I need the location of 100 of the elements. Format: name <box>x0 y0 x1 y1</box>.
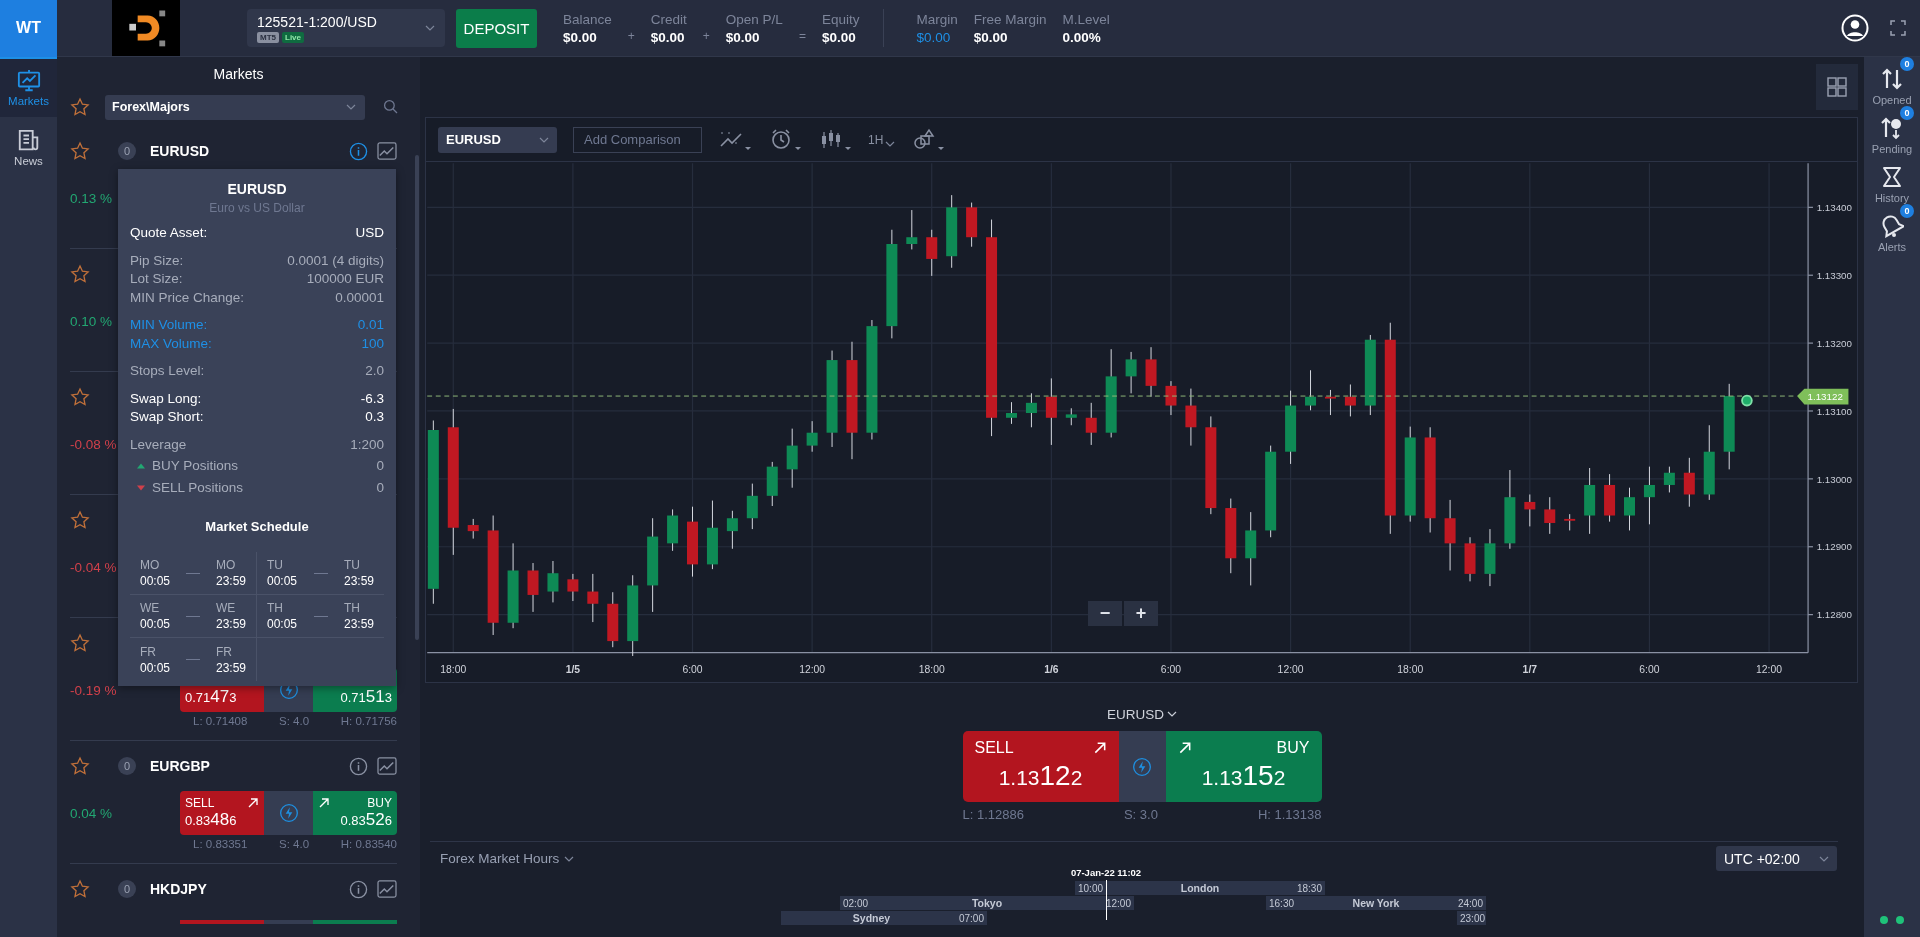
market-hours-toggle[interactable]: Forex Market Hours <box>440 851 575 866</box>
connection-status-icon <box>1879 915 1905 925</box>
price-axis-label: 1.13100 <box>1816 405 1852 417</box>
time-axis-label: 1/6 <box>1044 664 1059 676</box>
schedule-start: TU 00:05 <box>267 557 298 589</box>
session-bar: Sydney 07:00 <box>781 911 987 925</box>
account-selector[interactable]: 125521-1:200/USD MT5 Live <box>247 9 445 47</box>
current-time-label: 07-Jan-22 11:02 <box>1070 867 1142 878</box>
side-tab[interactable]: Pending 0 <box>1864 106 1920 155</box>
nav-tab[interactable]: Markets <box>0 57 57 117</box>
info-value: 100000 EUR <box>306 270 384 288</box>
change-percent: 0.13 % <box>70 190 113 206</box>
schedule-end: MO 23:59 <box>215 557 246 589</box>
category-dropdown[interactable]: Forex\Majors <box>105 94 365 120</box>
candlestick <box>1025 392 1037 428</box>
info-icon[interactable] <box>349 879 368 899</box>
schedule-start: WE 00:05 <box>140 600 171 632</box>
app-logo[interactable]: WT <box>0 0 57 57</box>
caret-icon <box>425 25 435 31</box>
deposit-button[interactable]: DEPOSIT <box>456 8 537 48</box>
star-icon[interactable] <box>70 510 90 530</box>
chart-icon[interactable] <box>377 880 397 898</box>
symbol-dropdown[interactable]: EURUSD <box>438 126 557 153</box>
time-axis-label: 18:00 <box>918 664 945 676</box>
price-axis-label: 1.12800 <box>1816 609 1852 621</box>
current-price-tag: 1.13122 <box>1797 388 1849 405</box>
sell-button[interactable]: SELL 0.83486 <box>180 791 264 835</box>
pending-icon <box>1880 116 1904 140</box>
candlestick <box>926 229 938 277</box>
spread-value: S: 3.0 <box>1123 807 1158 822</box>
scrollbar[interactable] <box>415 155 419 640</box>
range-dash <box>186 615 200 617</box>
lightning-icon[interactable] <box>1132 756 1152 777</box>
change-percent: 0.04 % <box>70 805 113 821</box>
arrow-icon <box>1092 741 1107 755</box>
change-percent: -0.04 % <box>70 559 117 575</box>
candlestick <box>1165 380 1177 416</box>
layout-button[interactable] <box>1816 64 1858 110</box>
arrow-icon <box>247 797 259 809</box>
nav-tab[interactable]: News <box>0 117 57 177</box>
shapes-icon[interactable] <box>911 126 946 153</box>
info-value: 0 <box>376 478 384 497</box>
side-tab[interactable]: Opened 0 <box>1864 57 1920 106</box>
candlestick <box>1663 466 1675 493</box>
stat-value: $0.00 <box>821 29 857 45</box>
buy-price: 1.13152 <box>1200 761 1287 793</box>
triangle-icon <box>136 483 146 492</box>
info-icon[interactable] <box>349 756 368 776</box>
operator-sign: + <box>627 29 635 43</box>
candlestick <box>1324 389 1336 416</box>
stat-value: $0.00 <box>973 29 1009 45</box>
session-bar: 02:00 Tokyo 12:00 <box>840 896 1134 910</box>
timeframe-button[interactable]: 1H <box>868 132 896 147</box>
zoom-in-button[interactable]: + <box>1124 601 1158 626</box>
buy-button[interactable]: BUY 0.83526 <box>313 791 397 835</box>
chart-icon[interactable] <box>377 142 397 160</box>
stat-label: Margin <box>916 11 958 27</box>
star-icon[interactable] <box>70 756 90 776</box>
arrow-icon <box>318 797 330 809</box>
symbol-selector[interactable]: EURUSD <box>1107 704 1177 724</box>
range-dash <box>313 615 328 617</box>
chart-icon[interactable] <box>377 757 397 775</box>
star-icon[interactable] <box>70 141 90 161</box>
price-axis-label: 1.13200 <box>1816 337 1852 349</box>
lightning-icon[interactable] <box>278 803 299 823</box>
fullscreen-icon[interactable] <box>1890 20 1906 36</box>
info-label: Quote Asset: <box>130 224 208 242</box>
star-icon[interactable] <box>70 879 90 899</box>
timezone-dropdown[interactable]: UTC +02:00 <box>1716 846 1837 871</box>
info-value: USD <box>355 224 384 242</box>
sell-price: 0.83486 <box>185 810 237 831</box>
info-value: 100 <box>361 334 384 353</box>
side-tab[interactable]: Alerts 0 <box>1864 204 1920 253</box>
count-badge: 0 <box>1900 204 1914 218</box>
comparison-field[interactable]: Add Comparison <box>573 126 702 153</box>
buy-price: 0.71513 <box>340 687 392 708</box>
star-icon[interactable] <box>70 633 90 653</box>
caret-icon <box>539 136 549 143</box>
candlestick <box>1045 377 1057 446</box>
info-value: 0 <box>376 457 384 475</box>
search-icon[interactable] <box>383 99 399 115</box>
buy-button[interactable]: BUY 1.13152 <box>1165 731 1322 802</box>
stat-label: Free Margin <box>973 11 1047 27</box>
high-price: H: 0.83540 <box>340 838 397 850</box>
star-icon[interactable] <box>70 387 90 407</box>
info-label: Swap Short: <box>130 408 204 426</box>
sell-button[interactable]: SELL 1.13122 <box>962 731 1119 802</box>
star-icon[interactable] <box>70 97 90 117</box>
range-dash <box>186 572 200 574</box>
zoom-out-button[interactable]: − <box>1088 601 1122 626</box>
candlestick <box>1624 487 1636 531</box>
spread-value: S: 4.0 <box>279 715 310 727</box>
candlestick <box>746 483 758 530</box>
candlestick <box>726 510 738 550</box>
info-value: -6.3 <box>360 389 384 408</box>
info-icon[interactable] <box>349 141 368 161</box>
user-avatar-icon[interactable] <box>1840 13 1870 43</box>
price-axis-label: 1.13000 <box>1816 473 1852 485</box>
side-tab[interactable]: History <box>1864 155 1920 204</box>
star-icon[interactable] <box>70 264 90 284</box>
